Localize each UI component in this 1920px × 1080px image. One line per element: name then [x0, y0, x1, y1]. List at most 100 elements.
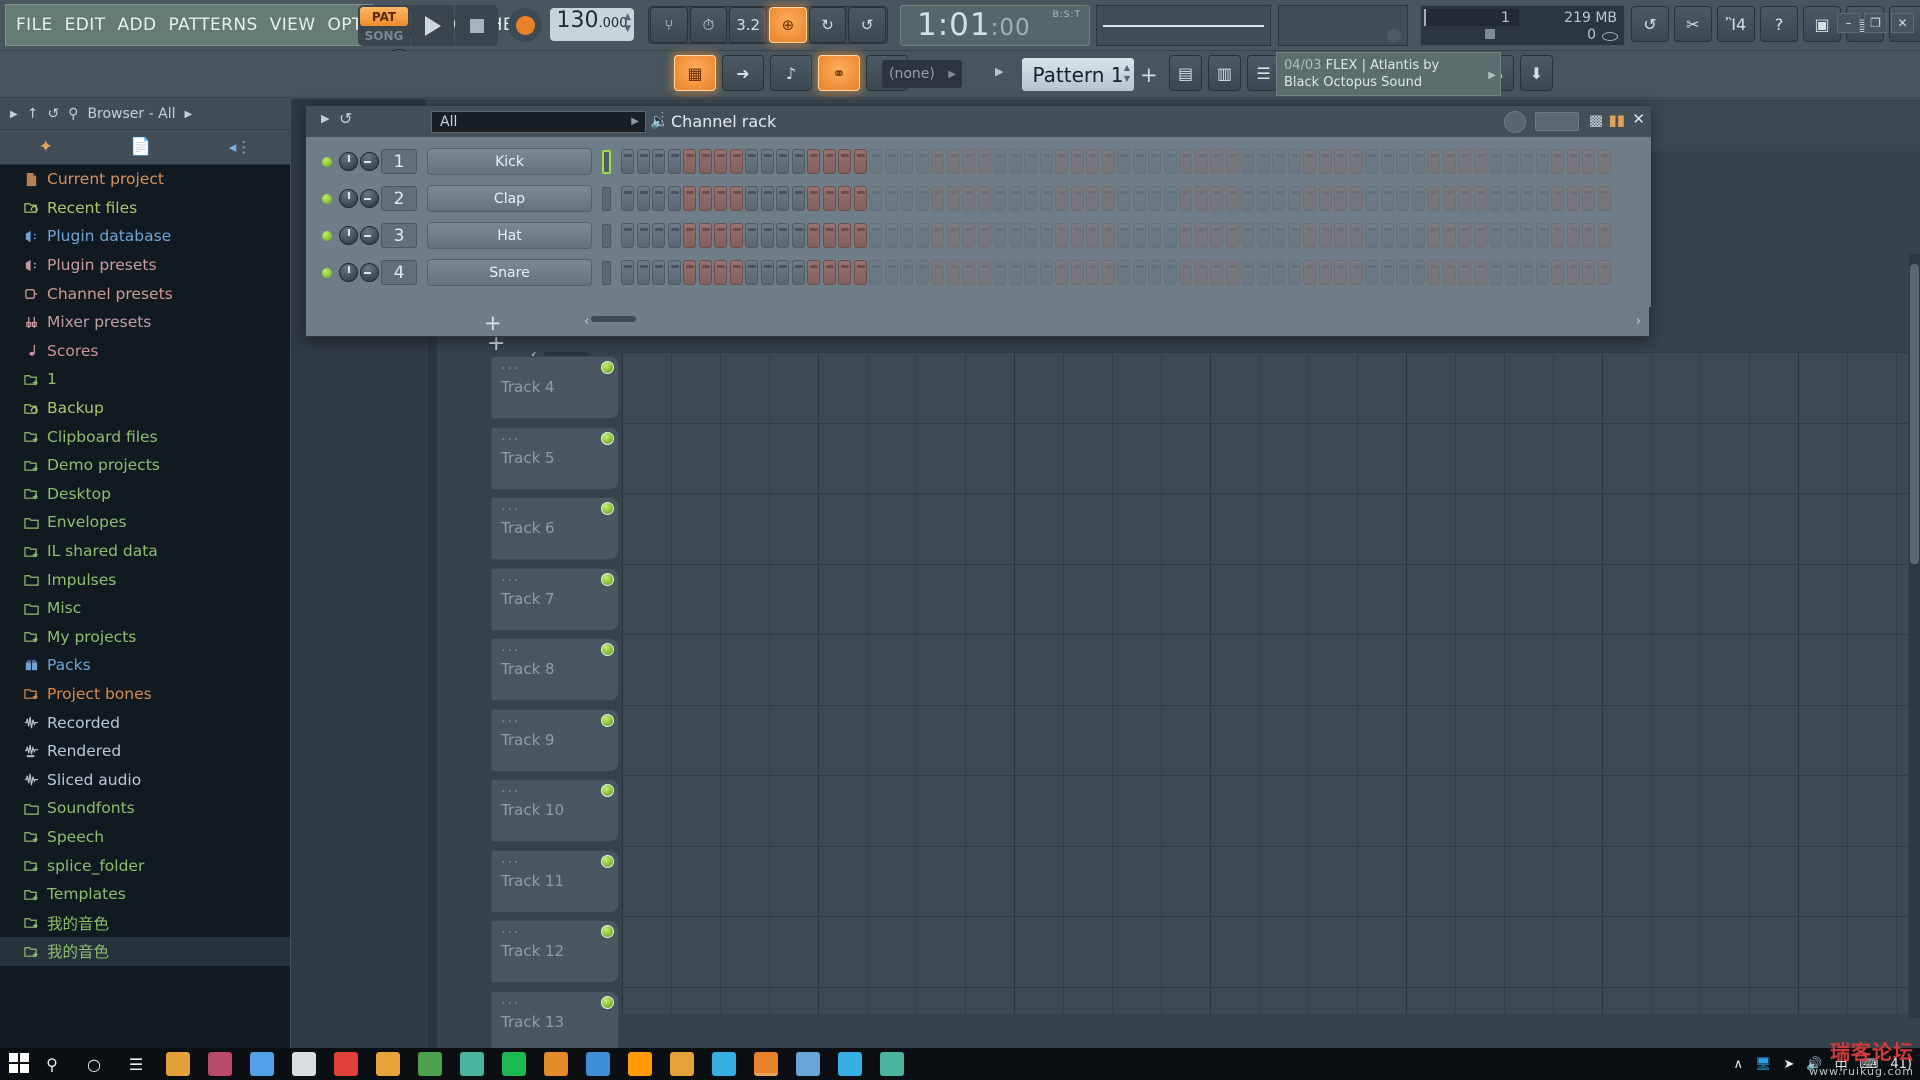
- step-button[interactable]: [683, 223, 696, 248]
- track-led[interactable]: [601, 361, 614, 374]
- step-button[interactable]: [1288, 223, 1301, 248]
- step-button[interactable]: [854, 186, 867, 211]
- minimize-button[interactable]: –: [1837, 13, 1860, 33]
- step-button[interactable]: [1272, 223, 1285, 248]
- step-button[interactable]: [1009, 186, 1022, 211]
- step-button[interactable]: [1179, 149, 1192, 174]
- time-display[interactable]: 1:01:00 B:S:T: [900, 5, 1090, 46]
- playlist-track[interactable]: ... Track 10: [491, 775, 621, 846]
- browser-item-packs[interactable]: Packs: [0, 651, 290, 680]
- step-button[interactable]: [1195, 223, 1208, 248]
- step-button[interactable]: [714, 260, 727, 285]
- step-button[interactable]: [792, 149, 805, 174]
- channel-row[interactable]: 4 Snare: [306, 254, 1651, 291]
- menu-item-view[interactable]: VIEW: [270, 15, 316, 35]
- pattern-spinner[interactable]: ▲ ▼: [1124, 62, 1130, 84]
- step-button[interactable]: [1505, 186, 1518, 211]
- step-button[interactable]: [1071, 149, 1084, 174]
- browser-item-plugin-presets[interactable]: Plugin presets: [0, 251, 290, 280]
- step-button[interactable]: [1334, 149, 1347, 174]
- step-button[interactable]: [1241, 149, 1254, 174]
- playlist-track[interactable]: ... Track 9: [491, 705, 621, 776]
- browser-item-splice-folder[interactable]: splice_folder: [0, 851, 290, 880]
- step-button[interactable]: [1179, 260, 1192, 285]
- pattern-song-switch[interactable]: PAT SONG: [358, 5, 410, 46]
- step-button[interactable]: [885, 260, 898, 285]
- step-button[interactable]: [1257, 260, 1270, 285]
- step-button[interactable]: [1350, 260, 1363, 285]
- step-button[interactable]: [1303, 149, 1316, 174]
- step-button[interactable]: [1350, 186, 1363, 211]
- step-button[interactable]: [745, 186, 758, 211]
- step-button[interactable]: [1598, 223, 1611, 248]
- step-button[interactable]: [1040, 186, 1053, 211]
- step-button[interactable]: [714, 186, 727, 211]
- channel-volume-knob[interactable]: [339, 226, 358, 245]
- step-button[interactable]: [1520, 260, 1533, 285]
- close-button[interactable]: ✕: [1891, 13, 1914, 33]
- channel-select-indicator[interactable]: [602, 224, 611, 248]
- step-button[interactable]: [823, 260, 836, 285]
- step-button[interactable]: [1226, 149, 1239, 174]
- step-button[interactable]: [1474, 149, 1487, 174]
- step-button[interactable]: [652, 186, 665, 211]
- step-button[interactable]: [1474, 223, 1487, 248]
- download-icon[interactable]: ⬇: [1520, 55, 1553, 91]
- step-button[interactable]: [838, 149, 851, 174]
- playlist-grid[interactable]: [622, 352, 1908, 1014]
- taskbar-app-icon-1[interactable]: [208, 1052, 232, 1076]
- step-button[interactable]: [962, 260, 975, 285]
- channel-filter-input[interactable]: All ▶: [431, 111, 646, 133]
- step-button[interactable]: [854, 223, 867, 248]
- step-button[interactable]: [947, 223, 960, 248]
- step-button[interactable]: [1288, 260, 1301, 285]
- browser-item-my-projects[interactable]: My projects: [0, 623, 290, 652]
- taskbar-fl-studio-icon[interactable]: [754, 1052, 778, 1076]
- step-button[interactable]: [1381, 186, 1394, 211]
- step-button[interactable]: [1520, 223, 1533, 248]
- step-button[interactable]: [823, 223, 836, 248]
- browser-item-rendered[interactable]: Rendered: [0, 737, 290, 766]
- step-button[interactable]: [1164, 260, 1177, 285]
- scroll-left-icon[interactable]: ‹: [584, 314, 589, 329]
- step-button[interactable]: [1086, 149, 1099, 174]
- step-button[interactable]: [1567, 223, 1580, 248]
- step-button[interactable]: [1598, 149, 1611, 174]
- step-button[interactable]: [730, 223, 743, 248]
- step-button[interactable]: [1520, 186, 1533, 211]
- channel-mute-led[interactable]: [322, 231, 332, 241]
- browser-item-mixer-presets[interactable]: Mixer presets: [0, 308, 290, 337]
- undo-icon[interactable]: ↺: [339, 109, 352, 128]
- step-button[interactable]: [792, 223, 805, 248]
- step-button[interactable]: [1272, 186, 1285, 211]
- step-button[interactable]: [1505, 260, 1518, 285]
- channel-number[interactable]: 3: [381, 223, 417, 248]
- step-button[interactable]: [1210, 149, 1223, 174]
- browser-item-scores[interactable]: Scores: [0, 337, 290, 366]
- step-button[interactable]: [776, 260, 789, 285]
- step-button[interactable]: [699, 223, 712, 248]
- wait-for-input-button[interactable]: 3.2: [729, 7, 767, 43]
- stop-button[interactable]: [455, 5, 498, 46]
- slide-tool-button[interactable]: ♪: [770, 55, 812, 91]
- step-button[interactable]: [869, 149, 882, 174]
- step-button[interactable]: [1582, 260, 1595, 285]
- step-button[interactable]: [1412, 223, 1425, 248]
- start-button[interactable]: [8, 1052, 32, 1076]
- step-button[interactable]: [1055, 260, 1068, 285]
- step-button[interactable]: [1040, 260, 1053, 285]
- browser-item-speech[interactable]: Speech: [0, 823, 290, 852]
- playlist-track[interactable]: ... Track 4: [491, 352, 621, 423]
- tab-file-icon[interactable]: 📄: [130, 137, 151, 157]
- browser-header[interactable]: ▶ ↑ ↺ ⚲ Browser - All ▶: [0, 99, 290, 130]
- channel-number[interactable]: 1: [381, 149, 417, 174]
- step-button[interactable]: [823, 149, 836, 174]
- step-button[interactable]: [1226, 223, 1239, 248]
- step-button[interactable]: [1164, 186, 1177, 211]
- track-led[interactable]: [601, 502, 614, 515]
- taskbar-warning-icon[interactable]: [670, 1052, 694, 1076]
- step-button[interactable]: [683, 186, 696, 211]
- step-sequencer-row[interactable]: [621, 260, 1611, 285]
- step-button[interactable]: [838, 260, 851, 285]
- step-button[interactable]: [1350, 223, 1363, 248]
